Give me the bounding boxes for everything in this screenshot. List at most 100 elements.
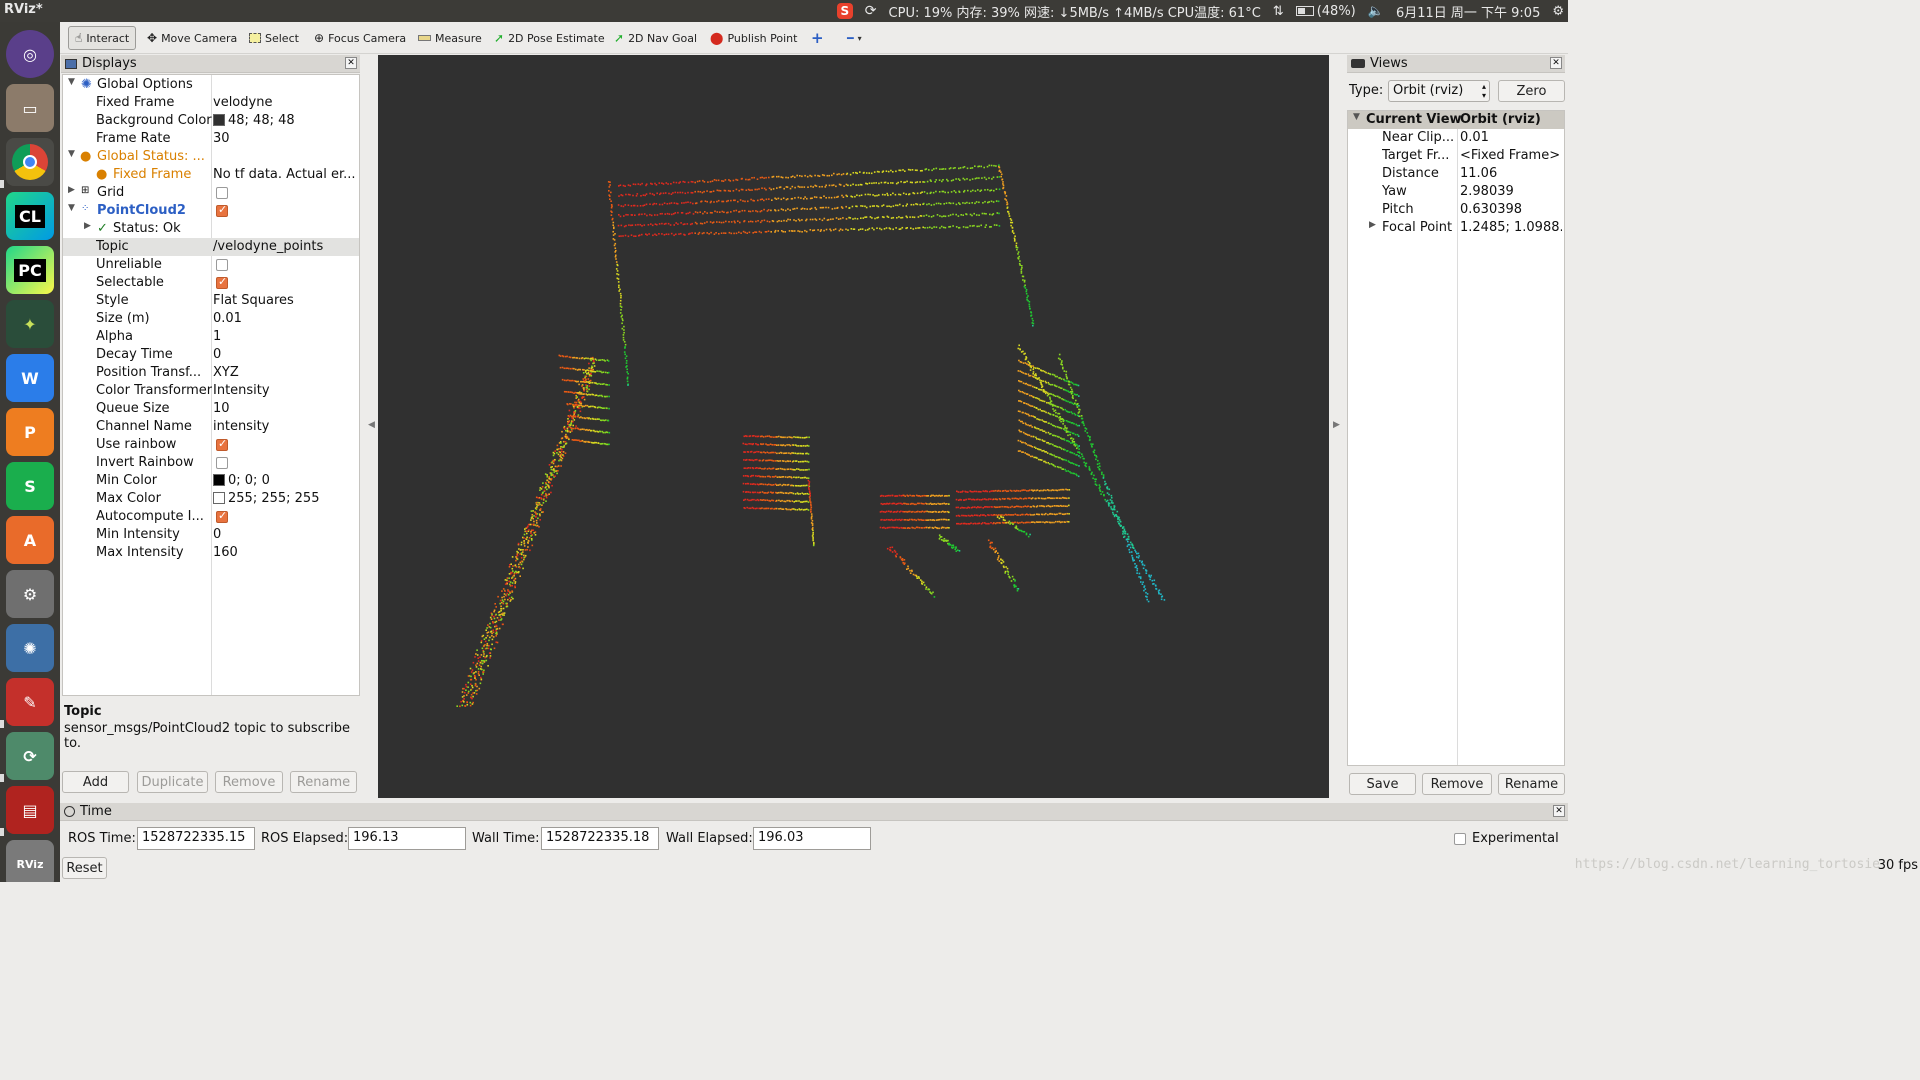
- publish-point-tool[interactable]: ⬤ Publish Point: [707, 26, 800, 50]
- settings-gear-icon[interactable]: ⚙: [1552, 4, 1564, 19]
- tree-row-color-transformer[interactable]: Color Transformer Intensity: [63, 382, 359, 400]
- property-value[interactable]: 48; 48; 48: [213, 113, 357, 128]
- property-value[interactable]: 10: [213, 401, 357, 416]
- tree-row-background-color[interactable]: Background Color 48; 48; 48: [63, 112, 359, 130]
- add-tool-button[interactable]: +: [808, 26, 827, 50]
- property-value[interactable]: 1.2485; 1.0988...: [1460, 220, 1562, 235]
- pointcloud-render[interactable]: [378, 55, 1329, 798]
- chrome-icon[interactable]: [6, 138, 54, 186]
- wps-writer-icon[interactable]: W: [6, 354, 54, 402]
- tree-row-status-ok[interactable]: ▶ ✓ Status: Ok: [63, 220, 359, 238]
- wps-presentation-icon[interactable]: P: [6, 408, 54, 456]
- move-camera-tool[interactable]: ✥ Move Camera: [144, 26, 240, 50]
- expand-arrow-icon[interactable]: ▼: [1353, 112, 1360, 122]
- ubuntu-dash-icon[interactable]: ◎: [6, 30, 54, 78]
- clock[interactable]: 6月11日 周一 下午 9:05: [1396, 2, 1540, 21]
- tree-row-yaw[interactable]: Yaw 2.98039: [1348, 183, 1564, 201]
- close-icon[interactable]: ✕: [345, 57, 357, 69]
- sogou-input-icon[interactable]: S: [836, 3, 853, 19]
- expand-arrow-icon[interactable]: ▼: [68, 203, 75, 213]
- tree-row-pitch[interactable]: Pitch 0.630398: [1348, 201, 1564, 219]
- pycharm-icon[interactable]: PC: [6, 246, 54, 294]
- network-icon[interactable]: ⇅: [1273, 4, 1284, 19]
- tree-row-position-transformer[interactable]: Position Transf... XYZ: [63, 364, 359, 382]
- property-value[interactable]: 1: [213, 329, 357, 344]
- enabled-checkbox[interactable]: [216, 203, 228, 217]
- remove-tool-dropdown[interactable]: ━ ▾: [844, 26, 865, 50]
- expand-arrow-icon[interactable]: ▼: [68, 77, 75, 87]
- clion-icon[interactable]: CL: [6, 192, 54, 240]
- enabled-checkbox[interactable]: [216, 187, 228, 199]
- rename-display-button[interactable]: Rename: [290, 771, 357, 793]
- render-viewport[interactable]: [378, 55, 1329, 798]
- battery-indicator[interactable]: (48%): [1295, 4, 1356, 19]
- use-rainbow-checkbox[interactable]: [216, 437, 228, 451]
- views-tree[interactable]: ▼ Current View Orbit (rviz) Near Clip...…: [1347, 110, 1565, 766]
- property-value[interactable]: 0; 0; 0: [213, 473, 357, 488]
- interact-tool[interactable]: ☝ Interact: [68, 26, 137, 50]
- tree-row-focal-point[interactable]: ▶ Focal Point 1.2485; 1.0988...: [1348, 219, 1564, 237]
- tree-row-alpha[interactable]: Alpha 1: [63, 328, 359, 346]
- software-center-icon[interactable]: A: [6, 516, 54, 564]
- system-settings-icon[interactable]: ⚙: [6, 570, 54, 618]
- property-value[interactable]: 2.98039: [1460, 184, 1514, 199]
- pose-estimate-tool[interactable]: ➚ 2D Pose Estimate: [491, 26, 608, 50]
- selectable-checkbox[interactable]: [216, 275, 228, 289]
- right-splitter-handle[interactable]: ▶: [1333, 420, 1340, 430]
- sync-icon[interactable]: ⟳: [865, 3, 877, 19]
- displays-tree[interactable]: ▼ ✺ Global Options Fixed Frame velodyne …: [62, 74, 360, 696]
- tree-row-target-frame[interactable]: Target Fr... <Fixed Frame>: [1348, 147, 1564, 165]
- property-value[interactable]: 30: [213, 131, 357, 146]
- remove-view-button[interactable]: Remove: [1422, 773, 1492, 795]
- duplicate-display-button[interactable]: Duplicate: [137, 771, 208, 793]
- property-value[interactable]: 0.01: [213, 311, 357, 326]
- tree-row-fixed-frame[interactable]: Fixed Frame velodyne: [63, 94, 359, 112]
- rename-view-button[interactable]: Rename: [1498, 773, 1565, 795]
- property-value[interactable]: /velodyne_points: [213, 239, 357, 254]
- tree-row-size[interactable]: Size (m) 0.01: [63, 310, 359, 328]
- tree-row-distance[interactable]: Distance 11.06: [1348, 165, 1564, 183]
- tree-row-grid[interactable]: ▶ ⊞ Grid: [63, 184, 359, 202]
- experimental-checkbox[interactable]: [1454, 833, 1466, 845]
- nav-goal-tool[interactable]: ➚ 2D Nav Goal: [611, 26, 700, 50]
- tree-row-invert-rainbow[interactable]: Invert Rainbow: [63, 454, 359, 472]
- focus-camera-tool[interactable]: ⊕ Focus Camera: [311, 26, 409, 50]
- property-value[interactable]: <Fixed Frame>: [1460, 148, 1560, 163]
- rviz-icon[interactable]: RViz: [6, 840, 54, 882]
- remove-display-button[interactable]: Remove: [215, 771, 283, 793]
- shotwell-icon[interactable]: ✺: [6, 624, 54, 672]
- tree-row-style[interactable]: Style Flat Squares: [63, 292, 359, 310]
- tree-row-min-intensity[interactable]: Min Intensity 0: [63, 526, 359, 544]
- measure-tool[interactable]: Measure: [415, 26, 485, 50]
- expand-arrow-icon[interactable]: ▶: [1369, 220, 1376, 230]
- save-view-button[interactable]: Save: [1349, 773, 1416, 795]
- tree-row-selectable[interactable]: Selectable: [63, 274, 359, 292]
- tree-row-current-view[interactable]: ▼ Current View Orbit (rviz): [1348, 111, 1564, 129]
- property-value[interactable]: 160: [213, 545, 357, 560]
- close-icon[interactable]: ✕: [1553, 805, 1565, 817]
- property-value[interactable]: 0.630398: [1460, 202, 1522, 217]
- wps-spreadsheet-icon[interactable]: S: [6, 462, 54, 510]
- terminal-icon[interactable]: ▤: [6, 786, 54, 834]
- autocompute-checkbox[interactable]: [216, 509, 228, 523]
- tree-row-max-intensity[interactable]: Max Intensity 160: [63, 544, 359, 562]
- close-icon[interactable]: ✕: [1550, 57, 1562, 69]
- add-display-button[interactable]: Add: [62, 771, 129, 793]
- property-value[interactable]: 0: [213, 527, 357, 542]
- tree-row-use-rainbow[interactable]: Use rainbow: [63, 436, 359, 454]
- tree-row-queue-size[interactable]: Queue Size 10: [63, 400, 359, 418]
- tree-row-fixed-frame-status[interactable]: ● Fixed Frame No tf data. Actual er...: [63, 166, 359, 184]
- property-value[interactable]: Flat Squares: [213, 293, 357, 308]
- property-value[interactable]: 0: [213, 347, 357, 362]
- tree-row-global-status[interactable]: ▼ ● Global Status: ...: [63, 148, 359, 166]
- property-value[interactable]: 255; 255; 255: [213, 491, 357, 506]
- property-value[interactable]: velodyne: [213, 95, 357, 110]
- unreliable-checkbox[interactable]: [216, 259, 228, 271]
- left-splitter-handle[interactable]: ◀: [368, 420, 375, 430]
- select-tool[interactable]: Select: [246, 26, 302, 50]
- tree-row-unreliable[interactable]: Unreliable: [63, 256, 359, 274]
- ros-icon[interactable]: ✦: [6, 300, 54, 348]
- property-value[interactable]: 0.01: [1460, 130, 1489, 145]
- expand-arrow-icon[interactable]: ▶: [68, 185, 75, 195]
- reset-button[interactable]: Reset: [62, 857, 107, 879]
